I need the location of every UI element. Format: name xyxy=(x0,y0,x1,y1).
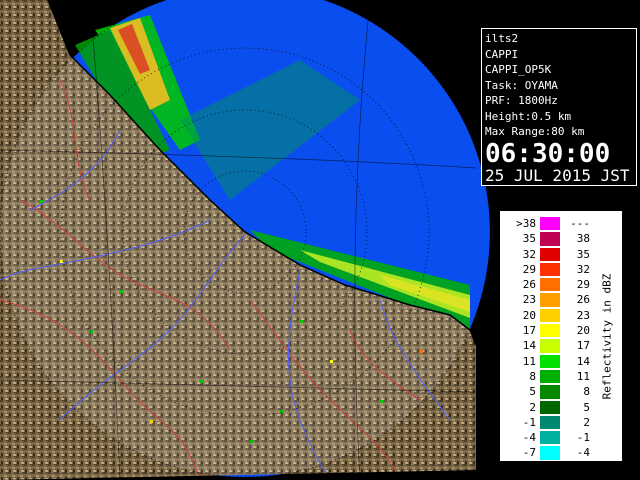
legend-upper-bound: 32 xyxy=(576,262,590,276)
legend-lower-bound: 14 xyxy=(522,339,536,353)
legend-row: 23 26 xyxy=(506,292,590,307)
legend-row: -1 2 xyxy=(506,415,590,430)
legend-color-swatch xyxy=(540,415,560,430)
legend-upper-bound: 38 xyxy=(576,232,590,246)
product-type: CAPPI xyxy=(485,47,519,61)
legend-color-swatch xyxy=(540,369,560,384)
legend-color-swatch xyxy=(540,431,560,445)
legend-color-swatch xyxy=(540,446,560,460)
legend-row: 26 29 xyxy=(506,277,590,292)
legend-color-swatch xyxy=(540,293,560,307)
legend-upper-bound: 20 xyxy=(576,324,590,338)
legend-upper-bound: 26 xyxy=(576,293,590,307)
scan-time: 06:30:00 xyxy=(485,138,611,169)
legend-upper-bound: 29 xyxy=(576,278,590,292)
legend-lower-bound: 29 xyxy=(522,262,536,276)
legend-lower-bound: >38 xyxy=(516,217,536,230)
legend-upper-bound: -1 xyxy=(576,431,590,445)
legend-upper-bound: 14 xyxy=(576,354,590,368)
legend-row: -7 -4 xyxy=(506,445,590,460)
legend-lower-bound: 17 xyxy=(522,324,536,338)
legend-row: 29 32 xyxy=(506,262,590,277)
legend-lower-bound: 8 xyxy=(529,369,536,383)
legend-lower-bound: 23 xyxy=(522,293,536,307)
legend-lower-bound: -1 xyxy=(522,415,536,429)
legend-upper-bound: 8 xyxy=(583,385,590,399)
legend-row: 8 11 xyxy=(506,369,590,384)
legend-unit-label: Reflectivity in dBZ xyxy=(600,273,614,399)
legend-row: 35 38 xyxy=(506,231,590,246)
legend-color-swatch xyxy=(540,217,560,231)
legend-upper-bound: 2 xyxy=(583,415,590,429)
scan-date: 25 JUL 2015 JST xyxy=(485,165,630,185)
legend-lower-bound: 35 xyxy=(522,232,536,246)
legend-upper-bound: --- xyxy=(570,217,590,230)
legend-upper-bound: -4 xyxy=(576,446,590,460)
legend-color-swatch xyxy=(540,400,560,414)
legend-color-swatch xyxy=(540,324,560,338)
legend-row: 32 35 xyxy=(506,247,590,262)
legend-row: -4 -1 xyxy=(506,430,590,445)
legend-lower-bound: -4 xyxy=(522,431,536,445)
max-range-value: Max Range:80 km xyxy=(485,125,585,138)
legend-lower-bound: 2 xyxy=(529,400,536,414)
legend-lower-bound: 20 xyxy=(522,308,536,322)
legend-color-swatch xyxy=(540,385,560,399)
legend-row: 11 14 xyxy=(506,354,590,369)
legend-row: 58 xyxy=(506,384,590,399)
legend-upper-bound: 23 xyxy=(576,308,590,322)
legend-row: 20 23 xyxy=(506,308,590,323)
height-value: Height:0.5 km xyxy=(485,109,572,123)
reflectivity-legend: >38 --- 35 38 32 35 29 32 26 29 23 26 20 23 17 20 14 17 11… xyxy=(499,210,623,462)
scan-info-panel: ilts2 CAPPI CAPPI_OP5K Task: OYAMA PRF: … xyxy=(481,28,637,186)
legend-upper-bound: 5 xyxy=(583,400,590,414)
legend-color-swatch xyxy=(540,232,560,246)
task-name: Task: OYAMA xyxy=(485,78,558,92)
product-id: CAPPI_OP5K xyxy=(485,63,552,76)
legend-lower-bound: 32 xyxy=(522,247,536,261)
legend-lower-bound: 11 xyxy=(522,354,536,368)
legend-lower-bound: -7 xyxy=(522,446,536,460)
legend-row: >38 --- xyxy=(506,216,590,231)
legend-color-swatch xyxy=(540,278,560,292)
station-name: ilts2 xyxy=(485,32,519,45)
legend-color-swatch xyxy=(540,354,560,368)
legend-upper-bound: 35 xyxy=(576,247,590,261)
legend-color-swatch xyxy=(540,262,560,277)
legend-row: 17 20 xyxy=(506,323,590,338)
legend-lower-bound: 26 xyxy=(522,278,536,292)
legend-upper-bound: 11 xyxy=(576,369,590,383)
legend-unit-container: Reflectivity in dBZ xyxy=(595,211,619,461)
legend-color-swatch xyxy=(540,308,560,323)
legend-upper-bound: 17 xyxy=(576,339,590,353)
legend-color-swatch xyxy=(540,247,560,261)
legend-row: 25 xyxy=(506,400,590,415)
legend-color-swatch xyxy=(540,339,560,353)
legend-rows: >38 --- 35 38 32 35 29 32 26 29 23 26 20 23 17 20 14 17 11… xyxy=(506,216,590,461)
prf-value: PRF: 1800Hz xyxy=(485,94,558,107)
legend-lower-bound: 5 xyxy=(529,385,536,399)
legend-row: 14 17 xyxy=(506,338,590,353)
